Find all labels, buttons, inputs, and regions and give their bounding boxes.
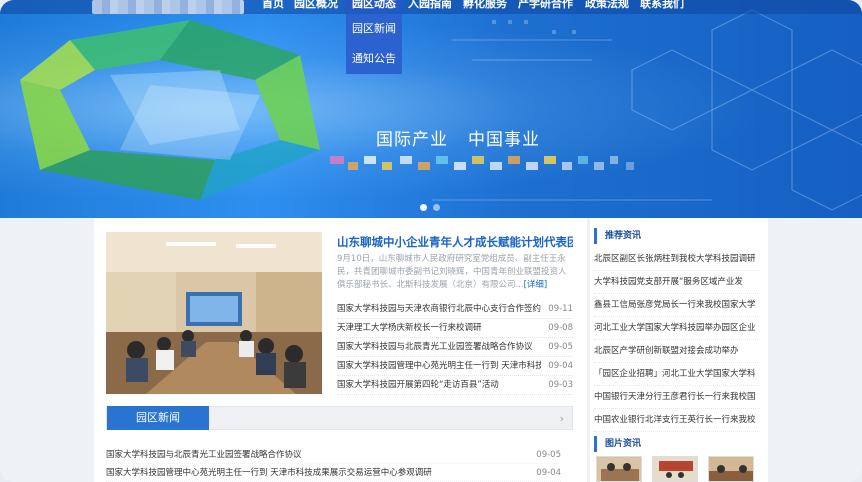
recommend-item[interactable]: 河北工业大学国家大学科技园举办园区企业 (594, 317, 760, 340)
news-row[interactable]: 国家大学科技园与北辰青光工业园签署战略合作协议 09-05 (337, 338, 573, 357)
news-row[interactable]: 国家大学科技园管理中心苑光明主任一行到 天津市科技成... 09-04 (337, 357, 573, 376)
nav-dropdown-menu: 园区新闻 通知公告 (346, 14, 402, 74)
featured-summary: 9月10日，山东聊城市人民政府研究室党组成员、副主任王永民，共青团聊城市委副书记… (337, 253, 573, 292)
recommend-heading: 推荐资讯 (594, 228, 641, 244)
pictures-heading: 图片资讯 (594, 436, 641, 452)
featured-photo[interactable] (106, 232, 322, 394)
news-date: 09-11 (548, 304, 573, 314)
news-list: 国家大学科技园与天津农商银行北辰中心支行合作签约 09-11 天津理工大学杨庆新校… (337, 300, 573, 395)
banner-carousel[interactable]: 国际产业 中国事业 (0, 0, 862, 218)
recommend-item[interactable]: 北辰区产学研创新联盟对接会成功举办 (594, 340, 760, 363)
chevron-right-icon[interactable]: › (560, 412, 564, 425)
news-date: 09-08 (548, 323, 573, 333)
list-item-title[interactable]: 国家大学科技园与北辰青光工业园签署战略合作协议 (106, 446, 506, 464)
featured-headline[interactable]: 山东聊城中小企业青年人才成长赋能计划代表团到... (337, 234, 573, 250)
carousel-dot-2[interactable] (433, 204, 440, 211)
nav-park-overview[interactable]: 园区概况 (294, 0, 338, 11)
sidebar: 推荐资讯 北辰区副区长张炳柱到我校大学科技园调研 大学科技园党支部开展“服务区域… (590, 218, 768, 482)
recommend-item[interactable]: 「园区企业招聘」河北工业大学国家大学科 (594, 363, 760, 386)
list-item-date: 09-05 (536, 450, 561, 460)
section-tab-bar: 园区新闻 › (106, 406, 573, 430)
picture-thumbnails (596, 456, 756, 482)
banner-slogan-1: 国际产业 (376, 130, 448, 150)
recommend-item[interactable]: 中国银行天津分行王彦君行长一行来我校国 (594, 386, 760, 409)
news-row[interactable]: 天津理工大学杨庆新校长一行来校调研 09-08 (337, 319, 573, 338)
nav-research-cooperation[interactable]: 产学研合作 (518, 0, 573, 11)
picture-thumbnail[interactable] (708, 456, 754, 482)
news-title[interactable]: 国家大学科技园与天津农商银行北辰中心支行合作签约 (337, 300, 541, 319)
recommend-item[interactable]: 中国农业银行北洋支行王英行长一行来我校 (594, 409, 760, 432)
featured-more-link[interactable]: [详细] (524, 280, 548, 290)
banner-slogan: 国际产业 中国事业 (376, 125, 560, 150)
park-news-list: 国家大学科技园与北辰青光工业园签署战略合作协议 09-05 国家大学科技园管理中心… (106, 446, 561, 482)
news-title[interactable]: 国家大学科技园管理中心苑光明主任一行到 天津市科技成... (337, 357, 541, 376)
nav-policies[interactable]: 政策法规 (585, 0, 629, 11)
recommend-item[interactable]: 大学科技园党支部开展“服务区域产业发 (594, 271, 760, 294)
news-title[interactable]: 国家大学科技园开展第四轮“走访百县”活动 (337, 376, 541, 395)
carousel-indicators (420, 196, 446, 215)
tab-park-news[interactable]: 园区新闻 (107, 406, 209, 430)
banner-pixel-strip (330, 156, 634, 170)
main-content: 山东聊城中小企业青年人才成长赋能计划代表团到... 9月10日，山东聊城市人民政… (94, 218, 587, 482)
nav-park-news[interactable]: 园区动态 (346, 0, 402, 11)
news-row[interactable]: 国家大学科技园开展第四轮“走访百县”活动 09-03 (337, 376, 573, 395)
picture-thumbnail[interactable] (652, 456, 698, 482)
news-title[interactable]: 天津理工大学杨庆新校长一行来校调研 (337, 319, 541, 338)
recommend-list: 北辰区副区长张炳柱到我校大学科技园调研 大学科技园党支部开展“服务区域产业发 鑫… (594, 248, 760, 432)
dropdown-item-notices[interactable]: 通知公告 (346, 44, 402, 74)
nav-incubation[interactable]: 孵化服务 (463, 0, 507, 11)
banner-slogan-2: 中国事业 (468, 130, 540, 150)
nav-contact[interactable]: 联系我们 (640, 0, 684, 11)
page: 国际产业 中国事业 首页 园区概况 园区动态 入园指南 孵化服务 产学研合作 政策… (0, 0, 862, 482)
list-item[interactable]: 国家大学科技园管理中心苑光明主任一行到 天津市科技成果展示交易运营中心参观调研 0… (106, 464, 561, 482)
news-date: 09-04 (548, 361, 573, 371)
list-item[interactable]: 国家大学科技园与北辰青光工业园签署战略合作协议 09-05 (106, 446, 561, 464)
nav-home[interactable]: 首页 (262, 0, 284, 11)
news-title[interactable]: 国家大学科技园与北辰青光工业园签署战略合作协议 (337, 338, 541, 357)
dropdown-item-park-news[interactable]: 园区新闻 (346, 14, 402, 44)
recommend-item[interactable]: 鑫县工信局张彦党局长一行来我校国家大学 (594, 294, 760, 317)
carousel-dot-1[interactable] (420, 204, 427, 211)
news-date: 09-03 (548, 380, 573, 390)
nav-entry-guide[interactable]: 入园指南 (408, 0, 452, 11)
banner-circuit-pattern (432, 9, 862, 211)
news-row[interactable]: 国家大学科技园与天津农商银行北辰中心支行合作签约 09-11 (337, 300, 573, 319)
list-item-date: 09-04 (536, 468, 561, 478)
news-date: 09-05 (548, 342, 573, 352)
meeting-room-image (106, 232, 322, 394)
recommend-item[interactable]: 北辰区副区长张炳柱到我校大学科技园调研 (594, 248, 760, 271)
picture-thumbnail[interactable] (596, 456, 642, 482)
list-item-title[interactable]: 国家大学科技园管理中心苑光明主任一行到 天津市科技成果展示交易运营中心参观调研 (106, 464, 506, 482)
site-logo[interactable] (92, 0, 244, 14)
banner-geometric-art (20, 20, 320, 200)
